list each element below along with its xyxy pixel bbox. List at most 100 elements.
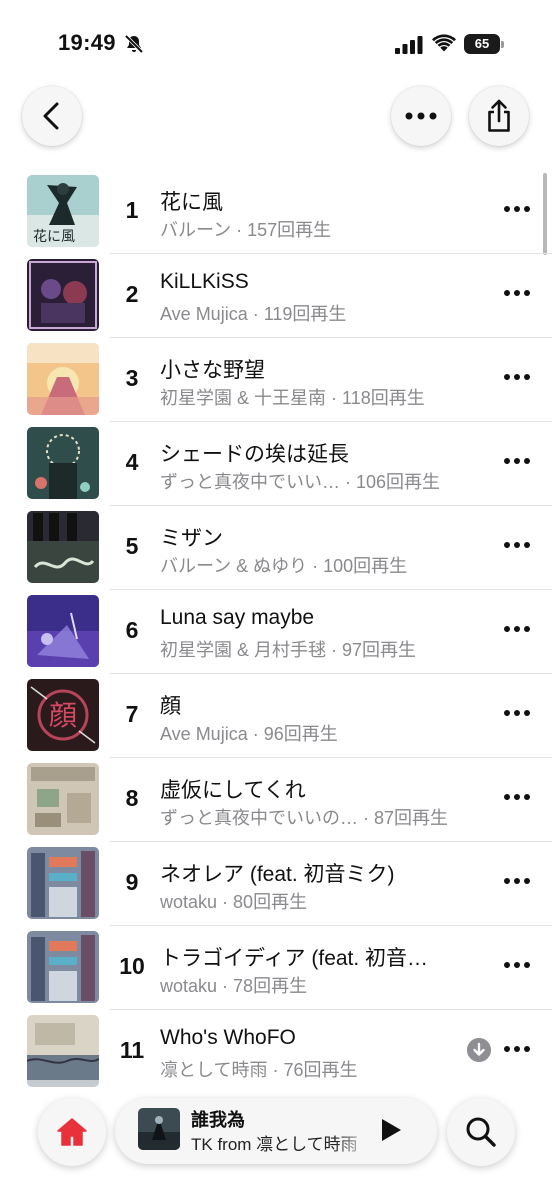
track-more-icon[interactable]	[503, 792, 531, 802]
track-subtitle: ずっと真夜中でいい… · 106回再生	[160, 468, 480, 494]
track-more-icon[interactable]	[503, 1044, 531, 1054]
cellular-signal-icon	[395, 36, 423, 54]
track-artist: ずっと真夜中でいい…	[160, 472, 340, 492]
track-subtitle: バルーン & ぬゆり · 100回再生	[160, 552, 480, 578]
back-button[interactable]	[22, 86, 82, 146]
track-more-icon[interactable]	[503, 288, 531, 298]
track-title: KiLLKiSS	[160, 270, 249, 293]
track-title: ネオレア (feat. 初音ミク)	[160, 863, 395, 886]
album-artwork	[27, 847, 99, 919]
now-playing-title: 誰我為	[191, 1110, 245, 1130]
album-artwork: 花に風	[27, 175, 99, 247]
more-options-button[interactable]	[391, 86, 451, 146]
home-tab-button[interactable]	[38, 1098, 106, 1166]
track-rank: 6	[125, 617, 139, 643]
subtitle-separator: ·	[247, 304, 264, 324]
track-artist: 凛として時雨	[160, 1060, 268, 1080]
track-title: Who's WhoFO	[160, 1026, 296, 1049]
album-artwork	[27, 511, 99, 583]
track-more-icon[interactable]	[503, 204, 531, 214]
track-rank: 3	[125, 365, 139, 391]
track-artist: バルーン & ぬゆり	[160, 556, 308, 576]
album-artwork: 顔	[27, 679, 99, 751]
track-row[interactable]: 8 虚仮にしてくれ ずっと真夜中でいいの… · 87回再生	[0, 758, 552, 842]
track-row[interactable]: 3 小さな野望 初星学園 & 十王星南 · 118回再生	[0, 338, 552, 422]
track-row[interactable]: 顔 7 顔 Ave Mujica · 96回再生	[0, 674, 552, 758]
album-artwork	[27, 931, 99, 1003]
track-subtitle: ずっと真夜中でいいの… · 87回再生	[160, 804, 480, 830]
track-artist: 初星学園 & 十王星南	[160, 388, 327, 408]
track-rank: 10	[119, 953, 145, 979]
track-title: Luna say maybe	[160, 606, 315, 629]
track-title: 顔	[160, 695, 181, 718]
track-more-icon[interactable]	[503, 456, 531, 466]
downloaded-icon	[467, 1038, 491, 1062]
track-subtitle: Ave Mujica · 119回再生	[160, 300, 480, 326]
track-more-icon[interactable]	[503, 708, 531, 718]
track-row[interactable]: 4 シェードの埃は延長 ずっと真夜中でいい… · 106回再生	[0, 422, 552, 506]
chevron-left-icon	[43, 102, 59, 130]
track-row[interactable]: 9 ネオレア (feat. 初音ミク) wotaku · 80回再生	[0, 842, 552, 926]
battery-icon: 65	[464, 34, 506, 54]
track-rank: 8	[125, 785, 139, 811]
subtitle-separator: ·	[326, 640, 343, 660]
now-playing-artwork	[138, 1108, 180, 1150]
subtitle-separator: ·	[340, 472, 356, 492]
svg-text:花に風: 花に風	[33, 229, 75, 245]
album-artwork	[27, 427, 99, 499]
track-artist: Ave Mujica	[160, 304, 248, 324]
subtitle-separator: ·	[358, 808, 374, 828]
battery-level: 65	[464, 34, 500, 54]
track-rank: 5	[125, 533, 139, 559]
subtitle-separator: ·	[267, 1060, 284, 1080]
play-icon[interactable]	[378, 1117, 404, 1143]
track-subtitle: 初星学園 & 十王星南 · 118回再生	[160, 384, 480, 410]
subtitle-separator: ·	[217, 892, 234, 912]
track-more-icon[interactable]	[503, 876, 531, 886]
bell-muted-icon	[124, 34, 144, 54]
track-row[interactable]: 2 KiLLKiSS Ave Mujica · 119回再生	[0, 254, 552, 338]
album-artwork	[27, 259, 99, 331]
ellipsis-icon	[405, 112, 437, 120]
track-artist: ずっと真夜中でいいの…	[160, 808, 358, 828]
track-play-count: 78回再生	[233, 976, 308, 996]
track-more-icon[interactable]	[503, 372, 531, 382]
share-button[interactable]	[469, 86, 529, 146]
track-row[interactable]: 6 Luna say maybe 初星学園 & 月村手毬 · 97回再生	[0, 590, 552, 674]
track-title: トラゴイディア (feat. 初音…	[160, 947, 429, 970]
search-tab-button[interactable]	[447, 1098, 515, 1166]
track-play-count: 106回再生	[356, 472, 441, 492]
track-title: ミザン	[160, 527, 223, 550]
track-play-count: 80回再生	[233, 892, 308, 912]
track-more-icon[interactable]	[503, 960, 531, 970]
track-more-icon[interactable]	[503, 624, 531, 634]
track-artist: バルーン	[160, 220, 232, 240]
track-title: 小さな野望	[160, 359, 265, 382]
album-artwork	[27, 1015, 99, 1087]
track-play-count: 118回再生	[342, 388, 425, 408]
track-play-count: 96回再生	[263, 724, 338, 744]
track-artist: Ave Mujica	[160, 724, 248, 744]
share-icon	[488, 99, 510, 132]
album-artwork	[27, 595, 99, 667]
track-more-icon[interactable]	[503, 540, 531, 550]
track-play-count: 76回再生	[283, 1060, 358, 1080]
track-row[interactable]: 花に風 1 花に風 バルーン · 157回再生	[0, 170, 552, 254]
track-artist: wotaku	[160, 976, 218, 996]
track-row[interactable]: 10 トラゴイディア (feat. 初音… wotaku · 78回再生	[0, 926, 552, 1010]
album-artwork	[27, 343, 99, 415]
track-play-count: 119回再生	[263, 304, 347, 324]
track-play-count: 100回再生	[323, 556, 408, 576]
album-artwork	[27, 763, 99, 835]
search-icon	[466, 1117, 496, 1147]
mini-player[interactable]: 誰我為 TK from 凛として時雨	[115, 1098, 437, 1164]
status-time: 19:49	[58, 30, 116, 55]
subtitle-separator: ·	[247, 724, 264, 744]
subtitle-separator: ·	[326, 388, 343, 408]
track-subtitle: バルーン · 157回再生	[160, 216, 480, 242]
track-subtitle: Ave Mujica · 96回再生	[160, 720, 480, 746]
track-rank: 7	[125, 701, 139, 727]
track-row[interactable]: 5 ミザン バルーン & ぬゆり · 100回再生	[0, 506, 552, 590]
track-rank: 1	[125, 197, 139, 223]
track-artist: 初星学園 & 月村手毬	[160, 640, 327, 660]
